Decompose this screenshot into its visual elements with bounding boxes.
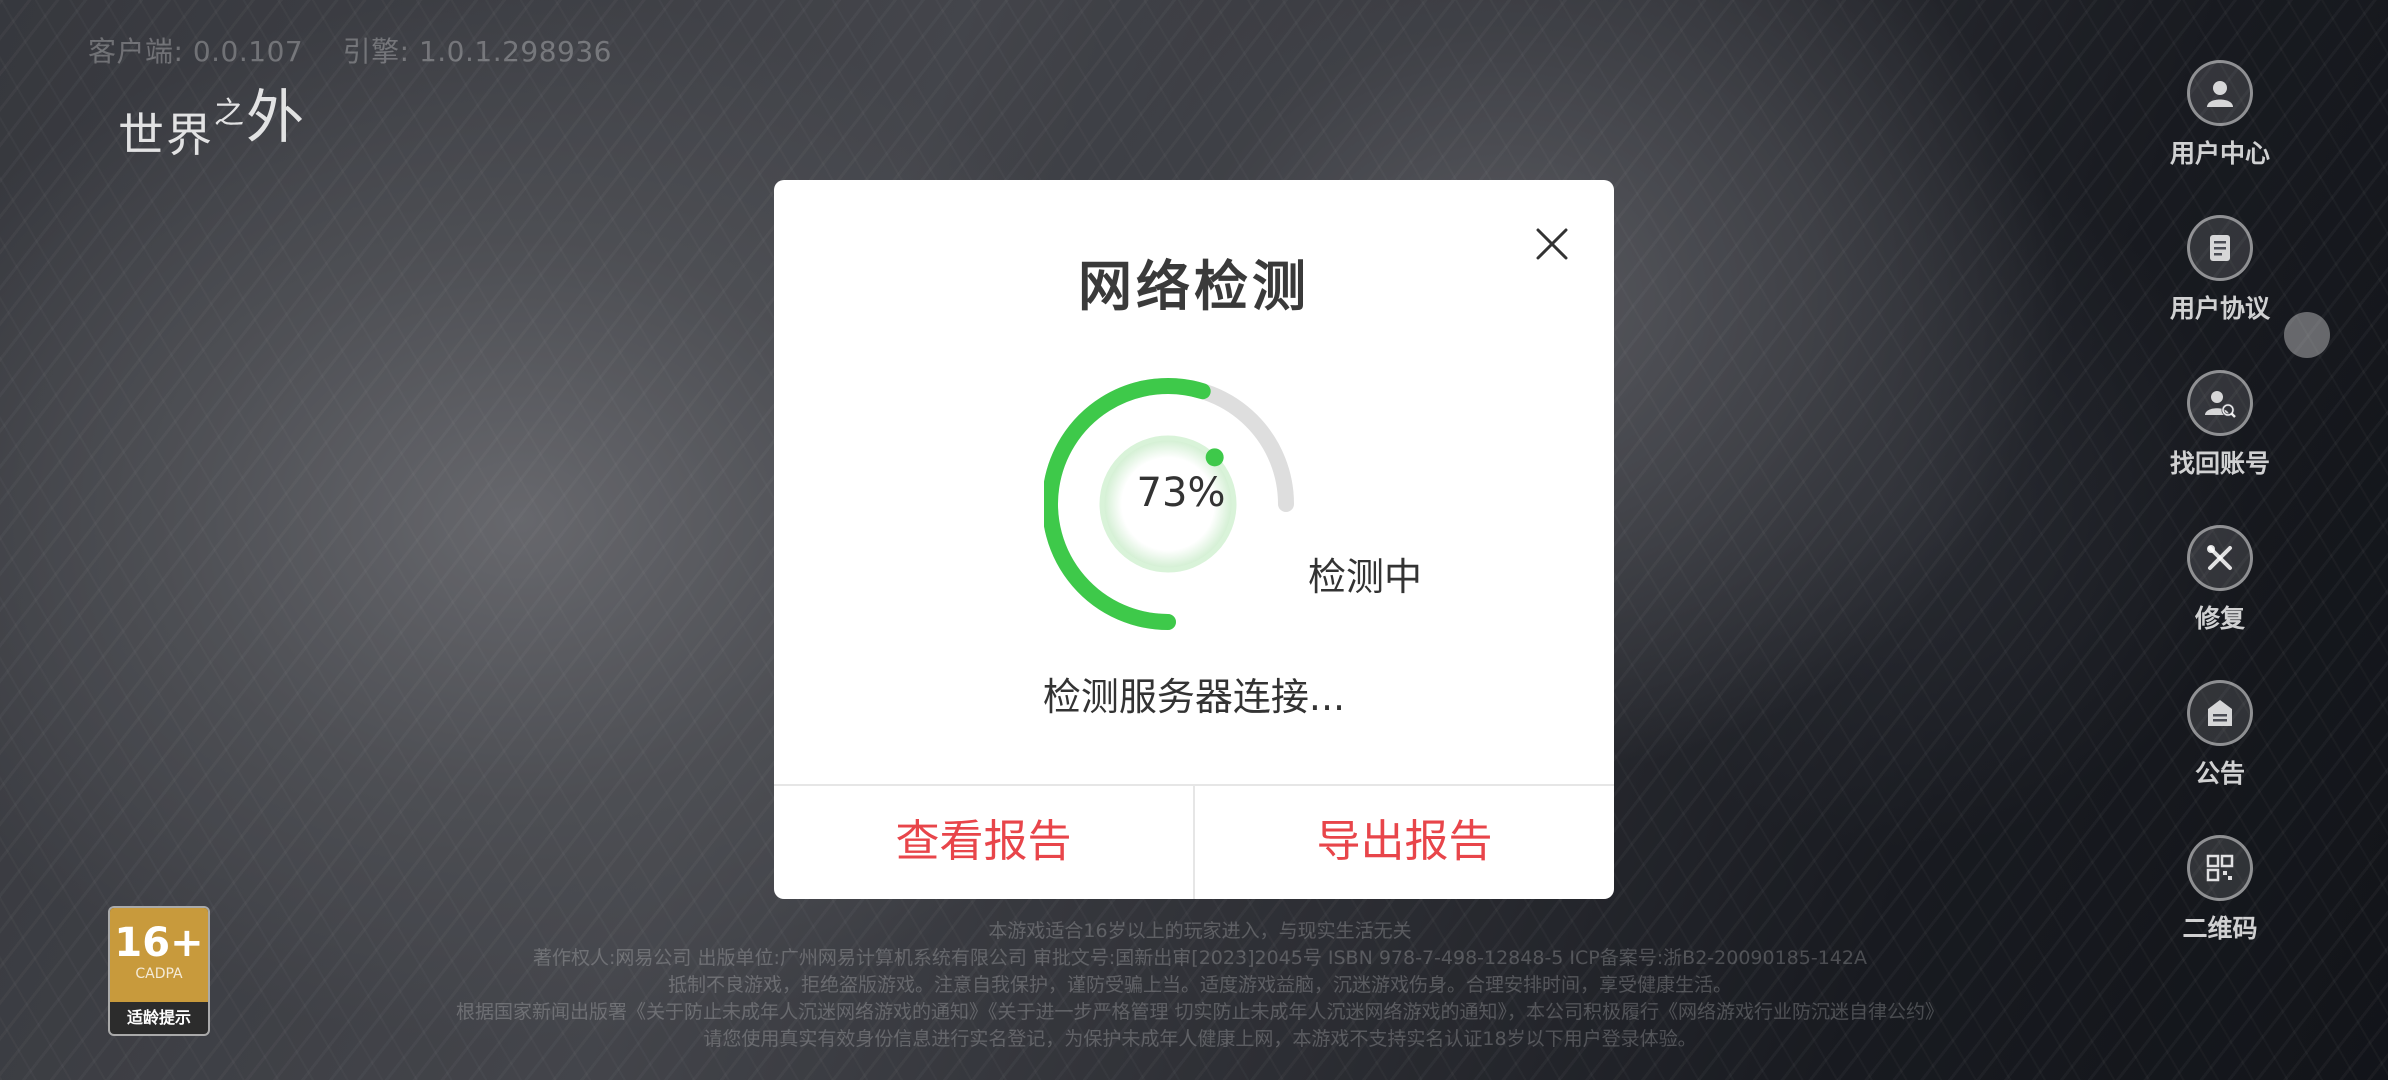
- side-item-recover-account[interactable]: 找回账号: [2160, 370, 2280, 525]
- view-report-button[interactable]: 查看报告: [774, 786, 1193, 899]
- dialog-button-row: 查看报告 导出报告: [774, 784, 1614, 899]
- legal-line: 请您使用真实有效身份信息进行实名登记，为保护未成年人健康上网，本游戏不支持实名认…: [703, 1028, 1697, 1050]
- logo-text-1: 世界: [118, 108, 214, 162]
- export-report-button[interactable]: 导出报告: [1195, 786, 1614, 899]
- version-info: 客户端: 0.0.107 引擎: 1.0.1.298936: [88, 30, 642, 70]
- side-item-label: 公告: [2194, 759, 2245, 788]
- announcement-icon: [2187, 680, 2253, 746]
- game-logo: 世界之外: [118, 70, 306, 165]
- legal-line: 著作权人:网易公司 出版单位:广州网易计算机系统有限公司 审批文号:国新出审[2…: [533, 947, 1867, 969]
- side-item-label: 修复: [2194, 604, 2245, 633]
- legal-line: 抵制不良游戏，拒绝盗版游戏。注意自我保护，谨防受骗上当。适度游戏益脑，沉迷游戏伤…: [667, 974, 1732, 996]
- engine-version: 引擎: 1.0.1.298936: [342, 35, 612, 68]
- age-rating-badge[interactable]: 16+ CADPA 适龄提示: [108, 906, 210, 1036]
- side-item-repair[interactable]: 修复: [2160, 525, 2280, 680]
- side-item-label: 找回账号: [2169, 449, 2270, 478]
- legal-footer: 本游戏适合16岁以上的玩家进入，与现实生活无关 著作权人:网易公司 出版单位:广…: [360, 918, 2040, 1053]
- legal-line: 根据国家新闻出版署《关于防止未成年人沉迷网络游戏的通知》《关于进一步严格管理 切…: [455, 1001, 1945, 1023]
- side-item-user-center[interactable]: 用户中心: [2160, 60, 2280, 215]
- legal-line: 本游戏适合16岁以上的玩家进入，与现实生活无关: [988, 920, 1412, 942]
- floating-assistant-button[interactable]: [2284, 312, 2330, 358]
- side-item-qr-code[interactable]: 二维码: [2160, 835, 2280, 990]
- age-rating-number: 16+: [114, 920, 204, 966]
- progress-percent: 73%: [1136, 470, 1226, 516]
- side-item-label: 用户协议: [2169, 294, 2270, 323]
- user-icon: [2187, 60, 2253, 126]
- tools-icon: [2187, 525, 2253, 591]
- progress-indicator-dot: [1205, 448, 1224, 467]
- check-detail: 检测服务器连接...: [1042, 675, 1346, 719]
- side-item-user-agreement[interactable]: 用户协议: [2160, 215, 2280, 370]
- check-status: 检测中: [1308, 555, 1423, 599]
- client-version: 客户端: 0.0.107: [88, 35, 304, 68]
- logo-text-2: 之: [214, 96, 246, 131]
- age-rating-label: 适龄提示: [126, 1008, 191, 1027]
- side-item-label: 二维码: [2182, 914, 2258, 943]
- network-check-dialog: 网络检测 73% 检测中 检测服务器连接... 查看报告 导出报告: [774, 180, 1614, 899]
- age-rating-top: 16+ CADPA: [110, 908, 208, 1002]
- age-rating-org: CADPA: [135, 966, 183, 982]
- user-search-icon: [2187, 370, 2253, 436]
- side-menu: 用户中心 用户协议 找回账号 修复 公告 二维码: [2160, 60, 2280, 990]
- dialog-title: 网络检测: [1078, 255, 1310, 318]
- document-icon: [2187, 215, 2253, 281]
- close-button[interactable]: [1530, 222, 1574, 266]
- side-item-announcement[interactable]: 公告: [2160, 680, 2280, 835]
- qr-code-icon: [2187, 835, 2253, 901]
- logo-text-3: 外: [246, 83, 307, 151]
- side-item-label: 用户中心: [2169, 139, 2270, 168]
- close-icon: [1536, 228, 1568, 260]
